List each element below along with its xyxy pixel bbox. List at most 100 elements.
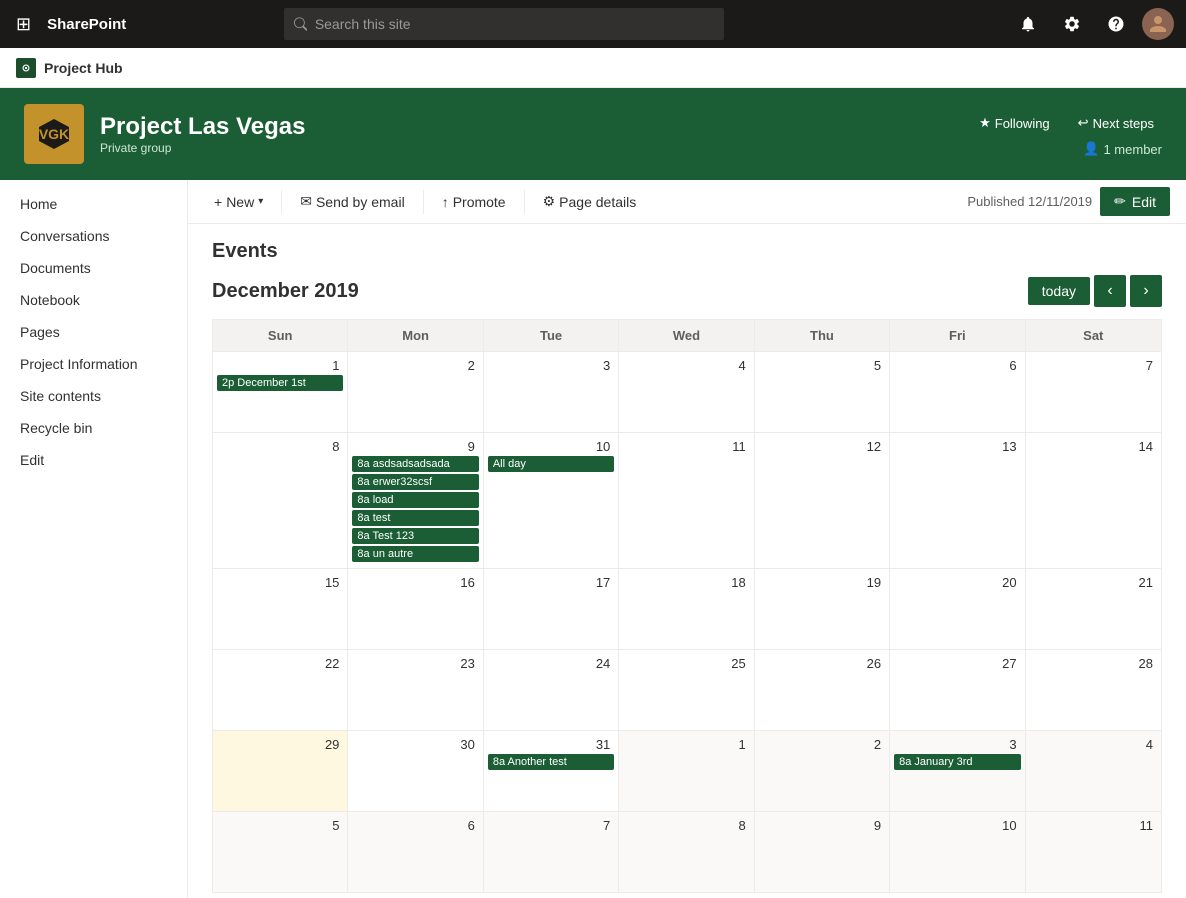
cal-cell-jan11[interactable]: 11 bbox=[1026, 812, 1161, 892]
next-month-button[interactable]: › bbox=[1130, 275, 1162, 307]
settings-icon[interactable] bbox=[1054, 6, 1090, 42]
cal-cell-dec29[interactable]: 29 bbox=[213, 731, 348, 811]
cal-cell-dec20[interactable]: 20 bbox=[890, 569, 1025, 649]
search-input[interactable] bbox=[315, 16, 714, 32]
new-button[interactable]: + New ▾ bbox=[204, 188, 273, 216]
cal-event[interactable]: 8a asdsadsadsada bbox=[352, 456, 478, 472]
cal-event[interactable]: 8a Test 123 bbox=[352, 528, 478, 544]
cal-cell-dec1[interactable]: 1 2p December 1st bbox=[213, 352, 348, 432]
day-number: 2 bbox=[759, 735, 885, 754]
sharepoint-logo[interactable]: SharePoint bbox=[47, 16, 126, 33]
cal-cell-dec24[interactable]: 24 bbox=[484, 650, 619, 730]
day-number: 4 bbox=[623, 356, 749, 375]
cal-event[interactable]: 8a Another test bbox=[488, 754, 614, 770]
plus-icon: + bbox=[214, 194, 222, 210]
help-icon[interactable] bbox=[1098, 6, 1134, 42]
page-details-button[interactable]: ⚙ Page details bbox=[533, 187, 647, 216]
send-by-email-button[interactable]: ✉ Send by email bbox=[290, 187, 414, 216]
calendar-section: Events December 2019 today ‹ › Sun Mon T… bbox=[188, 224, 1186, 898]
cal-cell-jan7[interactable]: 7 bbox=[484, 812, 619, 892]
chevron-down-icon: ▾ bbox=[258, 196, 263, 207]
user-avatar[interactable] bbox=[1142, 8, 1174, 40]
cal-cell-dec6[interactable]: 6 bbox=[890, 352, 1025, 432]
sidebar-item-documents[interactable]: Documents bbox=[0, 252, 187, 284]
cal-event[interactable]: 8a erwer32scsf bbox=[352, 474, 478, 490]
cal-cell-dec13[interactable]: 13 bbox=[890, 433, 1025, 568]
cal-cell-dec5[interactable]: 5 bbox=[755, 352, 890, 432]
cal-cell-dec18[interactable]: 18 bbox=[619, 569, 754, 649]
cal-cell-jan8[interactable]: 8 bbox=[619, 812, 754, 892]
cal-event[interactable]: 8a January 3rd bbox=[894, 754, 1020, 770]
cal-cell-jan10[interactable]: 10 bbox=[890, 812, 1025, 892]
sidebar-item-edit[interactable]: Edit bbox=[0, 444, 187, 476]
gear-small-icon: ⚙ bbox=[543, 193, 556, 210]
cal-cell-dec16[interactable]: 16 bbox=[348, 569, 483, 649]
day-number: 8 bbox=[623, 816, 749, 835]
cal-cell-dec31[interactable]: 31 8a Another test bbox=[484, 731, 619, 811]
cal-cell-jan2[interactable]: 2 bbox=[755, 731, 890, 811]
prev-month-button[interactable]: ‹ bbox=[1094, 275, 1126, 307]
toolbar: + New ▾ ✉ Send by email ↑ Promote ⚙ Page… bbox=[188, 180, 1186, 224]
edit-button[interactable]: ✏ Edit bbox=[1100, 187, 1170, 216]
cal-cell-jan9[interactable]: 9 bbox=[755, 812, 890, 892]
cal-cell-jan6[interactable]: 6 bbox=[348, 812, 483, 892]
cal-cell-dec14[interactable]: 14 bbox=[1026, 433, 1161, 568]
section-title: Events bbox=[212, 224, 1162, 275]
promote-icon: ↑ bbox=[442, 194, 449, 210]
notifications-icon[interactable] bbox=[1010, 6, 1046, 42]
cal-cell-jan3[interactable]: 3 8a January 3rd bbox=[890, 731, 1025, 811]
cal-cell-dec3[interactable]: 3 bbox=[484, 352, 619, 432]
sidebar-item-conversations[interactable]: Conversations bbox=[0, 220, 187, 252]
cal-cell-dec17[interactable]: 17 bbox=[484, 569, 619, 649]
today-button[interactable]: today bbox=[1028, 277, 1090, 305]
day-number: 13 bbox=[894, 437, 1020, 456]
day-number: 6 bbox=[352, 816, 478, 835]
cal-cell-dec23[interactable]: 23 bbox=[348, 650, 483, 730]
sidebar-item-site-contents[interactable]: Site contents bbox=[0, 380, 187, 412]
cal-cell-dec30[interactable]: 30 bbox=[348, 731, 483, 811]
cal-cell-dec10[interactable]: 10 All day bbox=[484, 433, 619, 568]
calendar-days-header: Sun Mon Tue Wed Thu Fri Sat bbox=[213, 320, 1161, 352]
cal-cell-jan5[interactable]: 5 bbox=[213, 812, 348, 892]
day-number: 8 bbox=[217, 437, 343, 456]
cal-cell-dec27[interactable]: 27 bbox=[890, 650, 1025, 730]
cal-event[interactable]: 8a un autre bbox=[352, 546, 478, 562]
day-number: 3 bbox=[488, 356, 614, 375]
cal-event[interactable]: 8a test bbox=[352, 510, 478, 526]
cal-cell-dec8[interactable]: 8 bbox=[213, 433, 348, 568]
cal-cell-dec11[interactable]: 11 bbox=[619, 433, 754, 568]
cal-cell-jan1[interactable]: 1 bbox=[619, 731, 754, 811]
day-number: 25 bbox=[623, 654, 749, 673]
cal-event[interactable]: 8a load bbox=[352, 492, 478, 508]
cal-event[interactable]: All day bbox=[488, 456, 614, 472]
sidebar-item-pages[interactable]: Pages bbox=[0, 316, 187, 348]
sidebar-item-notebook[interactable]: Notebook bbox=[0, 284, 187, 316]
sidebar: Home Conversations Documents Notebook Pa… bbox=[0, 180, 188, 898]
cal-cell-dec26[interactable]: 26 bbox=[755, 650, 890, 730]
sidebar-item-recycle-bin[interactable]: Recycle bin bbox=[0, 412, 187, 444]
cal-cell-dec28[interactable]: 28 bbox=[1026, 650, 1161, 730]
member-info: 👤 1 member bbox=[1083, 141, 1162, 157]
app-grid-icon[interactable]: ⊞ bbox=[12, 10, 35, 39]
promote-button[interactable]: ↑ Promote bbox=[432, 188, 516, 216]
cal-cell-dec12[interactable]: 12 bbox=[755, 433, 890, 568]
cal-cell-dec21[interactable]: 21 bbox=[1026, 569, 1161, 649]
cal-cell-dec25[interactable]: 25 bbox=[619, 650, 754, 730]
cal-cell-dec9[interactable]: 9 8a asdsadsadsada 8a erwer32scsf 8a loa… bbox=[348, 433, 483, 568]
sidebar-item-home[interactable]: Home bbox=[0, 188, 187, 220]
day-number: 3 bbox=[894, 735, 1020, 754]
cal-cell-dec7[interactable]: 7 bbox=[1026, 352, 1161, 432]
day-number: 18 bbox=[623, 573, 749, 592]
sidebar-item-project-information[interactable]: Project Information bbox=[0, 348, 187, 380]
next-steps-button[interactable]: ↩ Next steps bbox=[1070, 111, 1162, 135]
cal-cell-dec19[interactable]: 19 bbox=[755, 569, 890, 649]
cal-cell-dec2[interactable]: 2 bbox=[348, 352, 483, 432]
cal-event[interactable]: 2p December 1st bbox=[217, 375, 343, 391]
calendar-grid: Sun Mon Tue Wed Thu Fri Sat 1 2p Decembe… bbox=[212, 319, 1162, 893]
site-header-actions: ★ Following ↩ Next steps bbox=[971, 111, 1162, 135]
cal-cell-dec22[interactable]: 22 bbox=[213, 650, 348, 730]
cal-cell-dec15[interactable]: 15 bbox=[213, 569, 348, 649]
following-button[interactable]: ★ Following bbox=[971, 111, 1058, 135]
cal-cell-dec4[interactable]: 4 bbox=[619, 352, 754, 432]
cal-cell-jan4[interactable]: 4 bbox=[1026, 731, 1161, 811]
